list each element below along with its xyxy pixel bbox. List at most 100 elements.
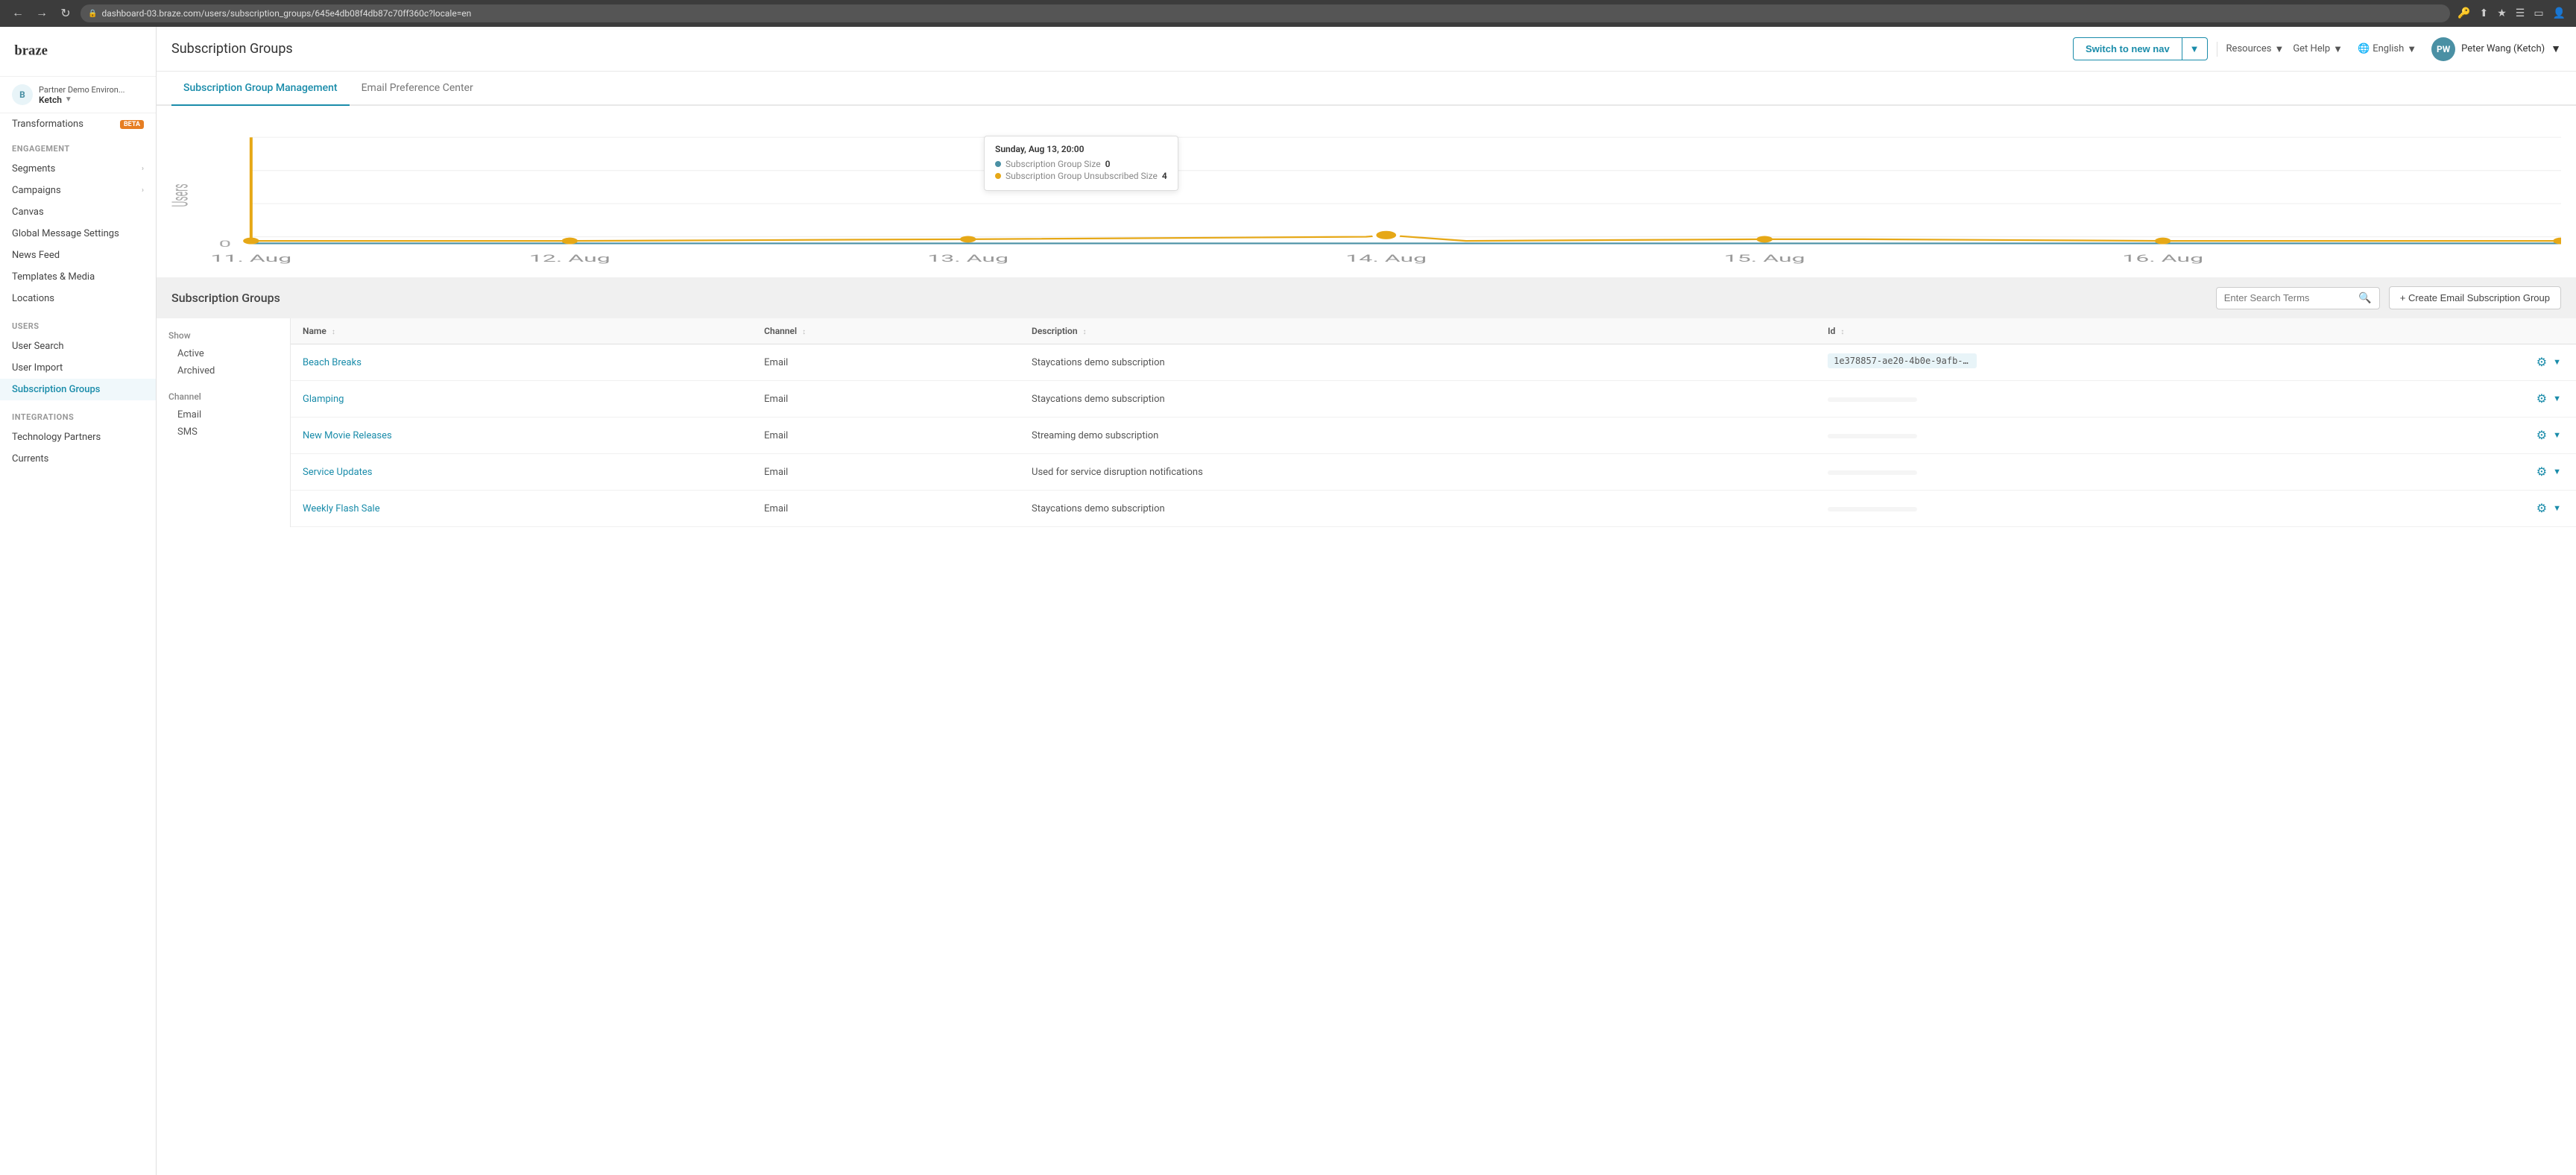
dropdown-button-0[interactable]: ▼ bbox=[2550, 356, 2564, 368]
filter-active[interactable]: Active bbox=[168, 345, 278, 362]
chevron-right-icon: › bbox=[142, 186, 144, 195]
profile-icon[interactable]: 👤 bbox=[2551, 6, 2567, 21]
refresh-button[interactable]: ↻ bbox=[57, 4, 75, 22]
account-selector[interactable]: B Partner Demo Environ... Ketch ▼ bbox=[0, 77, 156, 113]
cell-name-beach-breaks: Beach Breaks bbox=[291, 344, 752, 381]
browser-action-icons: 🔑 ⬆ ★ ☰ ▭ 👤 bbox=[2456, 6, 2567, 21]
chevron-right-icon: › bbox=[142, 165, 144, 173]
settings-button-0[interactable]: ⚙ bbox=[2534, 353, 2550, 371]
chart-area: 11. Aug 12. Aug 13. Aug 14. Aug 15. Aug … bbox=[157, 106, 2576, 277]
cell-channel-3: Email bbox=[752, 454, 1020, 491]
language-selector[interactable]: 🌐 English ▼ bbox=[2352, 40, 2422, 58]
dropdown-button-4[interactable]: ▼ bbox=[2550, 503, 2564, 514]
user-menu[interactable]: PW Peter Wang (Ketch) ▼ bbox=[2431, 37, 2561, 61]
tab-subscription-group-management[interactable]: Subscription Group Management bbox=[171, 72, 350, 106]
action-group-3: ⚙ ▼ bbox=[2534, 463, 2564, 481]
sidebar-item-subscription-groups[interactable]: Subscription Groups bbox=[0, 379, 156, 400]
sidebar-item-campaigns[interactable]: Campaigns › bbox=[0, 180, 156, 201]
account-sub-name[interactable]: Ketch ▼ bbox=[39, 95, 144, 105]
search-input[interactable] bbox=[2224, 292, 2355, 303]
users-section: USERS User Search User Import Subscripti… bbox=[0, 312, 156, 403]
create-email-subscription-group-button[interactable]: + Create Email Subscription Group bbox=[2389, 286, 2561, 309]
key-icon[interactable]: 🔑 bbox=[2456, 6, 2472, 21]
sidebar-item-segments[interactable]: Segments › bbox=[0, 158, 156, 180]
table-row: New Movie Releases Email Streaming demo … bbox=[291, 418, 2576, 454]
sidebar-item-technology-partners[interactable]: Technology Partners bbox=[0, 426, 156, 448]
url-text: dashboard-03.braze.com/users/subscriptio… bbox=[101, 8, 471, 19]
filter-archived[interactable]: Archived bbox=[168, 362, 278, 379]
settings-button-1[interactable]: ⚙ bbox=[2534, 390, 2550, 408]
cell-action-3: ⚙ ▼ bbox=[2522, 454, 2576, 491]
page-content: Subscription Group Management Email Pref… bbox=[157, 72, 2576, 1175]
table-row: Beach Breaks Email Staycations demo subs… bbox=[291, 344, 2576, 381]
logo-area: braze bbox=[0, 27, 156, 77]
sidebar-item-news-feed[interactable]: News Feed bbox=[0, 245, 156, 266]
search-icon: 🔍 bbox=[2358, 292, 2371, 304]
table-row: Glamping Email Staycations demo subscrip… bbox=[291, 381, 2576, 418]
user-chevron-icon: ▼ bbox=[2551, 42, 2561, 55]
cell-desc-3: Used for service disruption notification… bbox=[1020, 454, 1816, 491]
col-description[interactable]: Description ↕ bbox=[1020, 318, 1816, 344]
link-weekly-flash-sale[interactable]: Weekly Flash Sale bbox=[303, 503, 380, 514]
lock-icon: 🔒 bbox=[88, 10, 97, 18]
action-group-1: ⚙ ▼ bbox=[2534, 390, 2564, 408]
resources-link[interactable]: Resources ▼ bbox=[2226, 43, 2285, 55]
settings-button-3[interactable]: ⚙ bbox=[2534, 463, 2550, 481]
link-new-movie-releases[interactable]: New Movie Releases bbox=[303, 430, 392, 441]
sidebar-item-user-import[interactable]: User Import bbox=[0, 357, 156, 379]
sidebar-item-locations[interactable]: Locations bbox=[0, 288, 156, 309]
chevron-down-icon: ▼ bbox=[2333, 43, 2343, 55]
top-nav-right: Switch to new nav ▼ Resources ▼ Get Help… bbox=[2073, 37, 2561, 61]
engagement-section-title: ENGAGEMENT bbox=[0, 144, 156, 158]
action-group-4: ⚙ ▼ bbox=[2534, 500, 2564, 517]
dropdown-button-2[interactable]: ▼ bbox=[2550, 429, 2564, 441]
link-service-updates[interactable]: Service Updates bbox=[303, 467, 373, 478]
search-box[interactable]: 🔍 bbox=[2216, 287, 2380, 309]
sidebar-item-templates-media[interactable]: Templates & Media bbox=[0, 266, 156, 288]
col-name[interactable]: Name ↕ bbox=[291, 318, 752, 344]
cell-desc-0: Staycations demo subscription bbox=[1020, 344, 1816, 381]
cell-id-1 bbox=[1816, 381, 2522, 418]
url-bar[interactable]: 🔒 dashboard-03.braze.com/users/subscript… bbox=[80, 4, 2450, 22]
forward-button[interactable]: → bbox=[33, 4, 51, 22]
sidebar-item-canvas[interactable]: Canvas bbox=[0, 201, 156, 223]
dropdown-button-3[interactable]: ▼ bbox=[2550, 466, 2564, 478]
braze-logo: braze bbox=[12, 39, 72, 61]
sidebar-item-user-search[interactable]: User Search bbox=[0, 336, 156, 357]
window-icon[interactable]: ▭ bbox=[2532, 6, 2545, 21]
sidebar-item-transformations[interactable]: Transformations BETA bbox=[0, 113, 156, 135]
dropdown-button-1[interactable]: ▼ bbox=[2550, 393, 2564, 405]
share-icon[interactable]: ⬆ bbox=[2478, 6, 2490, 21]
back-button[interactable]: ← bbox=[9, 4, 27, 22]
star-icon[interactable]: ★ bbox=[2496, 6, 2508, 21]
cell-desc-4: Staycations demo subscription bbox=[1020, 491, 1816, 527]
switch-nav-dropdown-button[interactable]: ▼ bbox=[2182, 37, 2208, 60]
col-channel[interactable]: Channel ↕ bbox=[752, 318, 1020, 344]
table-header-row: Name ↕ Channel ↕ Description ↕ bbox=[291, 318, 2576, 344]
globe-icon: 🌐 bbox=[2358, 43, 2370, 54]
switch-to-new-nav-button[interactable]: Switch to new nav bbox=[2073, 37, 2182, 60]
sidebar-item-currents[interactable]: Currents bbox=[0, 448, 156, 470]
id-value-2 bbox=[1828, 434, 1917, 438]
filter-email[interactable]: Email bbox=[168, 406, 278, 423]
table-row: Service Updates Email Used for service d… bbox=[291, 454, 2576, 491]
cell-action-1: ⚙ ▼ bbox=[2522, 381, 2576, 418]
cell-channel-0: Email bbox=[752, 344, 1020, 381]
cell-id-2 bbox=[1816, 418, 2522, 454]
cell-id-3 bbox=[1816, 454, 2522, 491]
browser-chrome: ← → ↻ 🔒 dashboard-03.braze.com/users/sub… bbox=[0, 0, 2576, 27]
link-beach-breaks[interactable]: Beach Breaks bbox=[303, 357, 362, 368]
app-container: braze B Partner Demo Environ... Ketch ▼ … bbox=[0, 27, 2576, 1175]
link-glamping[interactable]: Glamping bbox=[303, 394, 344, 405]
tab-email-preference-center[interactable]: Email Preference Center bbox=[350, 72, 485, 106]
get-help-link[interactable]: Get Help ▼ bbox=[2293, 43, 2343, 55]
account-avatar: B bbox=[12, 84, 33, 105]
col-id[interactable]: Id ↕ bbox=[1816, 318, 2522, 344]
extensions-icon[interactable]: ☰ bbox=[2514, 6, 2527, 21]
settings-button-2[interactable]: ⚙ bbox=[2534, 426, 2550, 444]
filter-sms[interactable]: SMS bbox=[168, 423, 278, 441]
sidebar-item-global-message[interactable]: Global Message Settings bbox=[0, 223, 156, 245]
settings-button-4[interactable]: ⚙ bbox=[2534, 500, 2550, 517]
id-value-0: 1e378857-ae20-4b0e-9afb-b13bec771f6c bbox=[1828, 353, 1977, 368]
beta-badge: BETA bbox=[120, 120, 144, 129]
